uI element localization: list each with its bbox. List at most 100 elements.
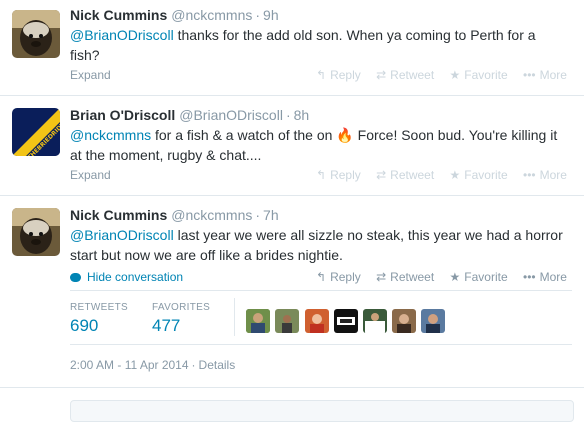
more-label: More (539, 270, 567, 284)
tweet-text-line1: thanks for the add old son. When ya comi… (173, 27, 536, 43)
speech-bubble-icon (70, 273, 81, 283)
reply-label: Reply (330, 168, 361, 182)
favoriter-avatar[interactable] (334, 309, 358, 333)
reply-icon: ↰ (316, 270, 327, 284)
tweet-text-line1: last year we were all sizzle no steak, t… (173, 227, 563, 243)
retweets-count: 690 (70, 316, 99, 335)
more-dots-icon: ••• (523, 270, 536, 284)
favorite-button[interactable]: ★ Favorite (450, 270, 508, 284)
username[interactable]: @nckcmmns (171, 207, 252, 223)
favorite-label: Favorite (464, 168, 508, 182)
separator-dot: · (255, 207, 261, 223)
separator-dot: · (191, 358, 196, 372)
favoriter-avatar[interactable] (363, 309, 387, 333)
tweet-text-line2: fish? (70, 47, 100, 63)
tweet-time[interactable]: 7h (263, 207, 279, 223)
retweets-stat[interactable]: RETWEETS 690 (70, 302, 128, 336)
retweet-label: Retweet (390, 270, 435, 284)
favoriter-avatar[interactable] (305, 309, 329, 333)
favoriter-avatar[interactable] (421, 309, 445, 333)
details-link[interactable]: Details (199, 358, 236, 372)
star-icon: ★ (449, 68, 461, 82)
tweet-header: Brian O'Driscoll @BrianODriscoll · 8h (70, 107, 309, 123)
favorite-button[interactable]: ★ Favorite (450, 68, 508, 82)
expand-link[interactable]: Expand (70, 68, 111, 82)
reply-button[interactable]: ↰ Reply (316, 270, 361, 284)
more-dots-icon: ••• (523, 168, 536, 182)
mention-link[interactable]: @nckcmmns (70, 127, 151, 143)
expand-link[interactable]: Expand (70, 168, 111, 182)
stats-divider-bottom (70, 344, 572, 345)
star-icon: ★ (449, 168, 461, 182)
more-dots-icon: ••• (523, 68, 536, 82)
separator-dot: · (255, 7, 261, 23)
favorite-label: Favorite (464, 270, 508, 284)
more-button[interactable]: ••• More (523, 68, 567, 82)
more-button[interactable]: ••• More (523, 168, 567, 182)
favorites-stat[interactable]: FAVORITES 477 (152, 302, 210, 336)
flame-emoji-icon: 🔥 (336, 127, 354, 143)
reply-label: Reply (330, 68, 361, 82)
hide-conversation-label: Hide conversation (87, 270, 184, 284)
tweet-actions: ↰ Reply ⇄ Retweet ★ Favorite ••• More (316, 68, 567, 82)
tweet-text-line2: start but now we are off like a brides n… (70, 247, 343, 263)
favoriter-avatar[interactable] (246, 309, 270, 333)
username[interactable]: @nckcmmns (171, 7, 252, 23)
fullname[interactable]: Brian O'Driscoll (70, 107, 175, 123)
retweet-icon: ⇄ (376, 68, 387, 82)
reply-icon: ↰ (316, 68, 327, 82)
tweet-header: Nick Cummins @nckcmmns · 7h (70, 207, 279, 223)
more-label: More (539, 168, 567, 182)
username[interactable]: @BrianODriscoll (179, 107, 283, 123)
tweet-2[interactable]: THEBRIEDRIDTPIER Brian O'Driscoll@BrianO… (0, 96, 584, 196)
tweet-time[interactable]: 8h (294, 107, 310, 123)
avatar-nick-cummins[interactable] (12, 10, 60, 58)
favorite-button[interactable]: ★ Favorite (450, 168, 508, 182)
reply-button[interactable]: ↰ Reply (316, 168, 361, 182)
more-button[interactable]: ••• More (523, 270, 567, 284)
tweet-time[interactable]: 9h (263, 7, 279, 23)
retweet-button[interactable]: ⇄ Retweet (376, 270, 434, 284)
timestamp-text[interactable]: 2:00 AM - 11 Apr 2014 (70, 358, 189, 372)
tweet-text-part1: for a fish & a watch of the on (151, 127, 337, 143)
retweet-icon: ⇄ (376, 270, 387, 284)
hide-conversation-link[interactable]: Hide conversation (70, 270, 183, 284)
tweet-header: Nick Cummins @nckcmmns · 9h (70, 7, 279, 23)
reply-label: Reply (330, 270, 361, 284)
reply-button[interactable]: ↰ Reply (316, 68, 361, 82)
more-label: More (539, 68, 567, 82)
reply-icon: ↰ (316, 168, 327, 182)
fullname[interactable]: Nick Cummins (70, 207, 167, 223)
avatar-brian-odriscoll[interactable]: THEBRIEDRIDTPIER (12, 108, 60, 156)
favorite-label: Favorite (464, 68, 508, 82)
favoriter-avatar[interactable] (275, 309, 299, 333)
tweet-text: @BrianODriscoll thanks for the add old s… (70, 25, 570, 65)
mention-link[interactable]: @BrianODriscoll (70, 227, 174, 243)
stats-separator (234, 298, 235, 336)
star-icon: ★ (449, 270, 461, 284)
favoriter-avatar[interactable] (392, 309, 416, 333)
retweet-icon: ⇄ (376, 168, 387, 182)
tweet-1[interactable]: Nick Cummins @nckcmmns · 9h @BrianODriscoll… (0, 0, 584, 96)
fullname[interactable]: Nick Cummins (70, 7, 167, 23)
tweet-text: @BrianODriscoll last year we were all si… (70, 225, 570, 265)
retweet-button[interactable]: ⇄ Retweet (376, 68, 434, 82)
tweet-timestamp: 2:00 AM - 11 Apr 2014 · Details (70, 358, 235, 372)
tweet-3-expanded[interactable]: Nick Cummins @nckcmmns · 7h @BrianODriscoll… (0, 196, 584, 388)
reply-input-box[interactable] (70, 400, 574, 422)
retweet-button[interactable]: ⇄ Retweet (376, 168, 434, 182)
favorites-label: FAVORITES (152, 302, 211, 313)
mention-link[interactable]: @BrianODriscoll (70, 27, 174, 43)
favorites-count: 477 (152, 316, 181, 335)
retweet-label: Retweet (390, 68, 435, 82)
separator-dot: · (285, 107, 291, 123)
tweet-actions: ↰ Reply ⇄ Retweet ★ Favorite ••• More (316, 168, 567, 182)
tweet-text: @nckcmmns for a fish & a watch of the on… (70, 125, 570, 165)
tweet-text-part2: Force! Soon bud. You're killing it (353, 127, 558, 143)
stats-divider-top (70, 290, 572, 291)
tweet-actions: ↰ Reply ⇄ Retweet ★ Favorite ••• More (316, 270, 567, 284)
avatar-nick-cummins[interactable] (12, 208, 60, 256)
tweet-text-line2: at the moment, rugby & chat.... (70, 147, 262, 163)
retweets-label: RETWEETS (70, 302, 128, 313)
retweet-label: Retweet (390, 168, 435, 182)
